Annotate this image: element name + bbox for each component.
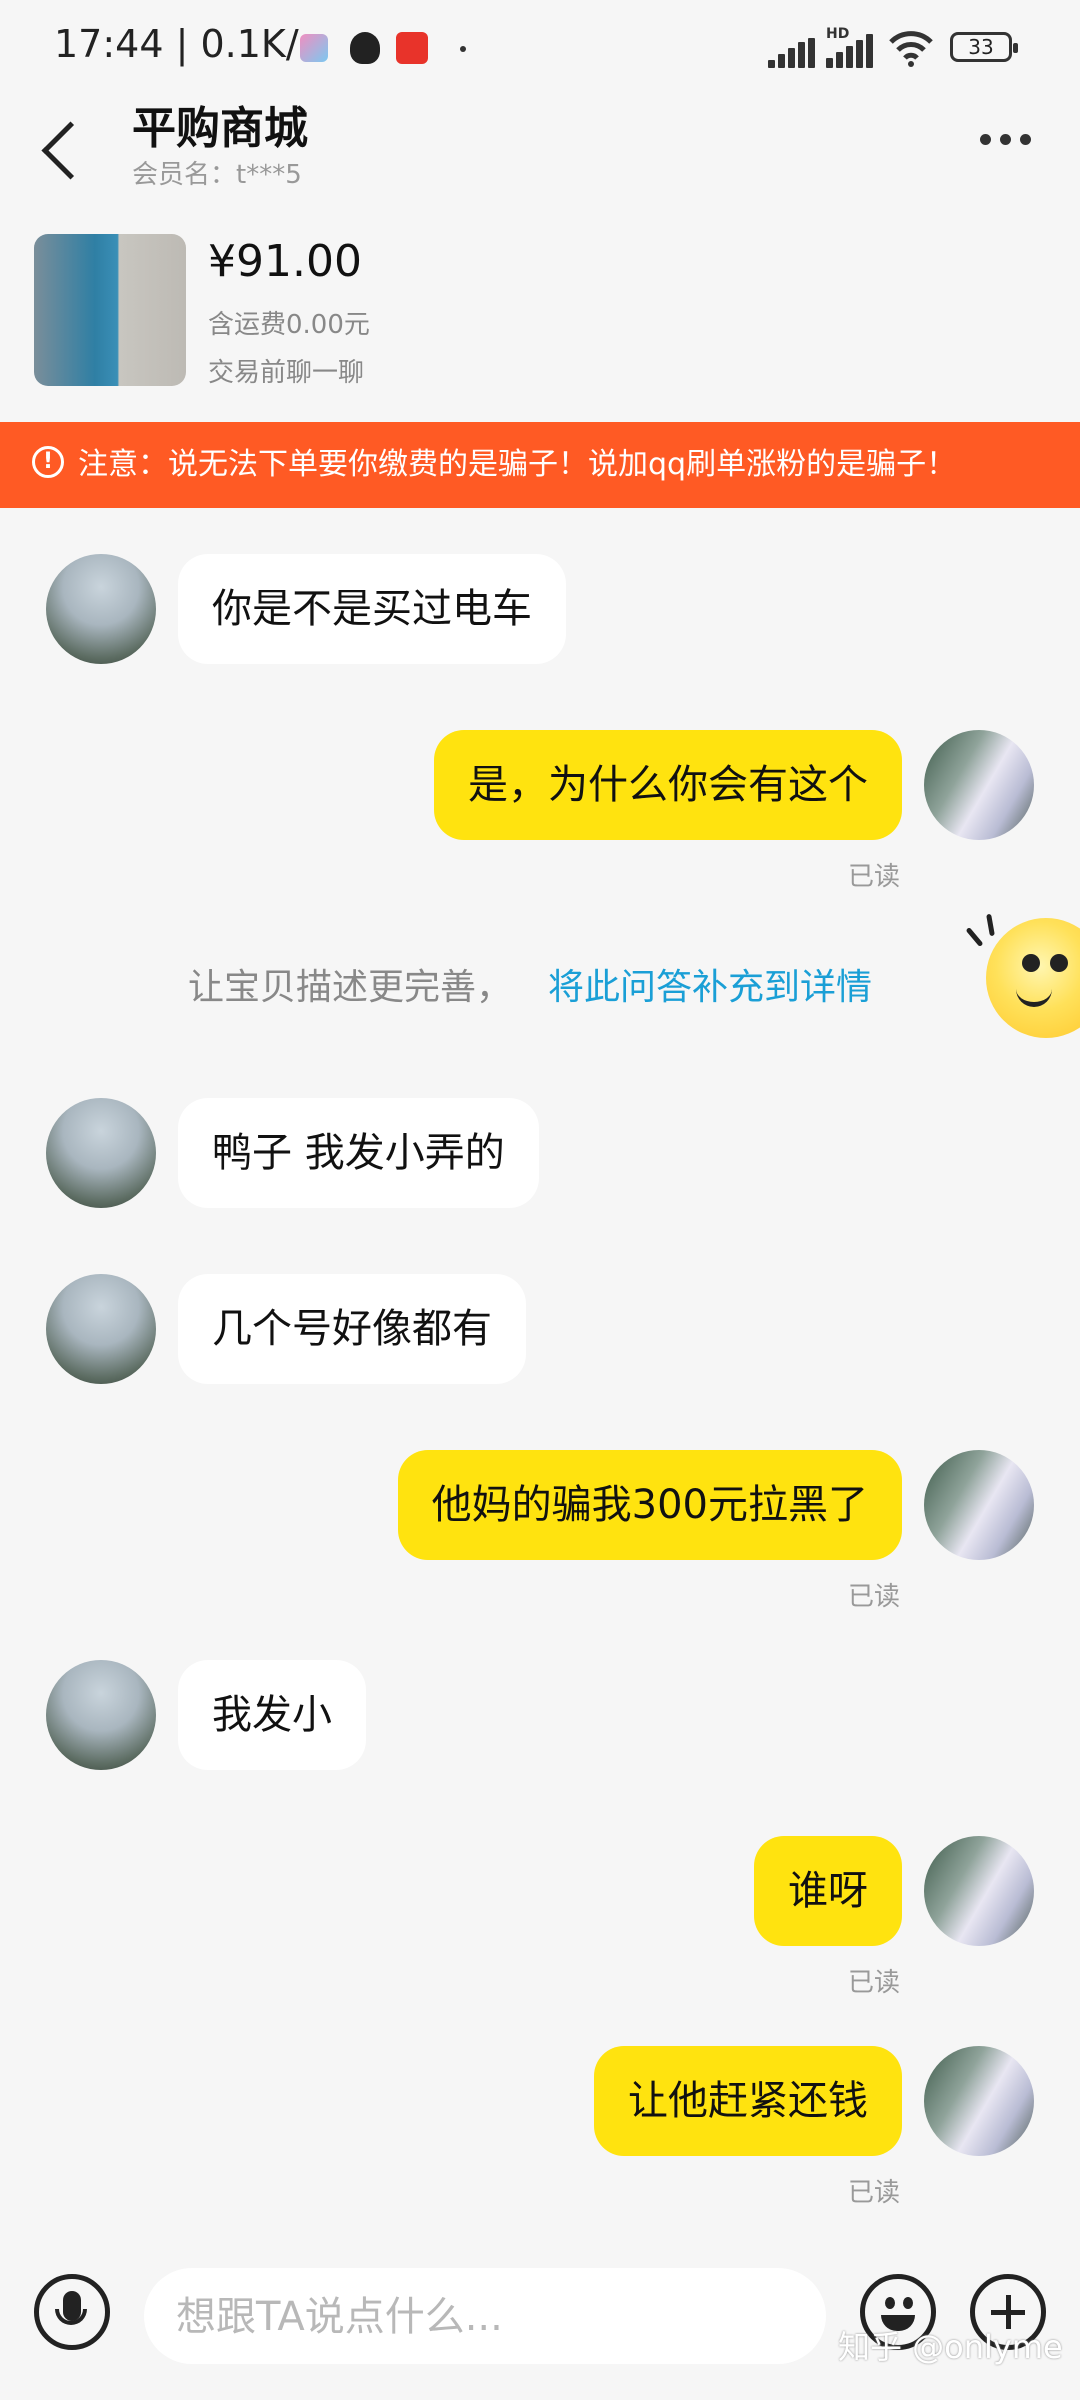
user-avatar[interactable] xyxy=(924,1836,1034,1946)
message-bubble[interactable]: 我发小 xyxy=(178,1660,366,1770)
product-thumbnail[interactable] xyxy=(34,234,186,386)
seller-avatar[interactable] xyxy=(46,554,156,664)
read-status: 已读 xyxy=(848,1968,901,1998)
alert-icon: ! xyxy=(32,446,64,478)
chat-before-trade: 交易前聊一聊 xyxy=(208,358,365,388)
user-avatar[interactable] xyxy=(924,730,1034,840)
fraud-warning-banner: ! 注意：说无法下单要你缴费的是骗子！说加qq刷单涨粉的是骗子！ xyxy=(0,422,1080,508)
seller-avatar[interactable] xyxy=(46,1660,156,1770)
hd-label: HD xyxy=(826,26,850,42)
message-input[interactable] xyxy=(174,2268,798,2366)
input-bar xyxy=(0,2232,1080,2400)
watermark: 知乎 @onlyme xyxy=(838,2328,1063,2366)
user-avatar[interactable] xyxy=(924,2046,1034,2156)
status-time: 17:44 xyxy=(54,22,164,66)
suggestion-row: 让宝贝描述更完善， 将此问答补充到详情 xyxy=(188,958,872,1010)
message-input-box[interactable] xyxy=(144,2268,826,2366)
shipping-fee: 含运费0.00元 xyxy=(208,310,370,340)
read-status: 已读 xyxy=(848,1582,901,1612)
status-time-speed: 17:44 | 0.1K/s xyxy=(54,22,319,66)
member-name: 会员名：t***5 xyxy=(132,160,302,190)
seller-avatar[interactable] xyxy=(46,1274,156,1384)
voice-input-button[interactable] xyxy=(34,2274,110,2350)
message-bubble[interactable]: 让他赶紧还钱 xyxy=(594,2046,902,2156)
warning-text: 注意：说无法下单要你缴费的是骗子！说加qq刷单涨粉的是骗子！ xyxy=(78,447,957,482)
message-bubble[interactable]: 是，为什么你会有这个 xyxy=(434,730,902,840)
seller-avatar[interactable] xyxy=(46,1098,156,1208)
product-price: ¥91.00 xyxy=(208,236,362,287)
battery-icon: 33 xyxy=(950,32,1018,62)
signal-hd-icon: HD xyxy=(826,26,876,68)
read-status: 已读 xyxy=(848,2178,901,2208)
page-title: 平购商城 xyxy=(132,103,308,154)
message-bubble[interactable]: 鸭子 我发小弄的 xyxy=(178,1098,539,1208)
add-to-details-link[interactable]: 将此问答补充到详情 xyxy=(548,967,872,1008)
back-icon[interactable] xyxy=(41,121,100,180)
app-badge-icon xyxy=(396,32,428,64)
signal-icon xyxy=(768,38,816,68)
qq-icon xyxy=(350,32,380,64)
message-bubble[interactable]: 谁呀 xyxy=(754,1836,902,1946)
message-bubble[interactable]: 几个号好像都有 xyxy=(178,1274,526,1384)
status-bar: 17:44 | 0.1K/s HD 33 xyxy=(0,0,1080,92)
mascot-spark-icon xyxy=(986,913,995,937)
suggestion-text: 让宝贝描述更完善， xyxy=(188,967,513,1008)
wifi-icon xyxy=(888,28,934,68)
mascot-icon[interactable] xyxy=(986,918,1080,1038)
message-bubble[interactable]: 你是不是买过电车 xyxy=(178,554,566,664)
app-notification-icon xyxy=(300,34,328,62)
more-icon[interactable] xyxy=(980,130,1040,149)
read-status: 已读 xyxy=(848,862,901,892)
user-avatar[interactable] xyxy=(924,1450,1034,1560)
chat-header: 平购商城 会员名：t***5 xyxy=(0,92,1080,202)
message-bubble[interactable]: 他妈的骗我300元拉黑了 xyxy=(397,1450,902,1560)
mascot-spark-icon xyxy=(965,926,984,948)
dot-icon xyxy=(460,46,466,52)
